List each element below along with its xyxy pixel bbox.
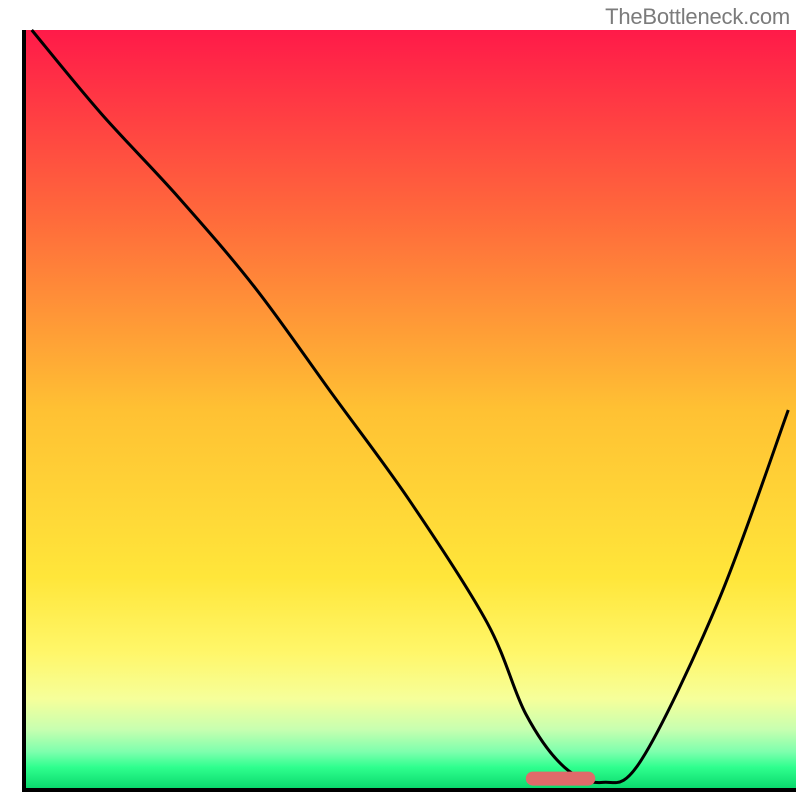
chart-container: TheBottleneck.com xyxy=(0,0,800,800)
optimal-marker xyxy=(526,772,595,786)
plot-background xyxy=(24,30,796,790)
bottleneck-chart xyxy=(0,0,800,800)
